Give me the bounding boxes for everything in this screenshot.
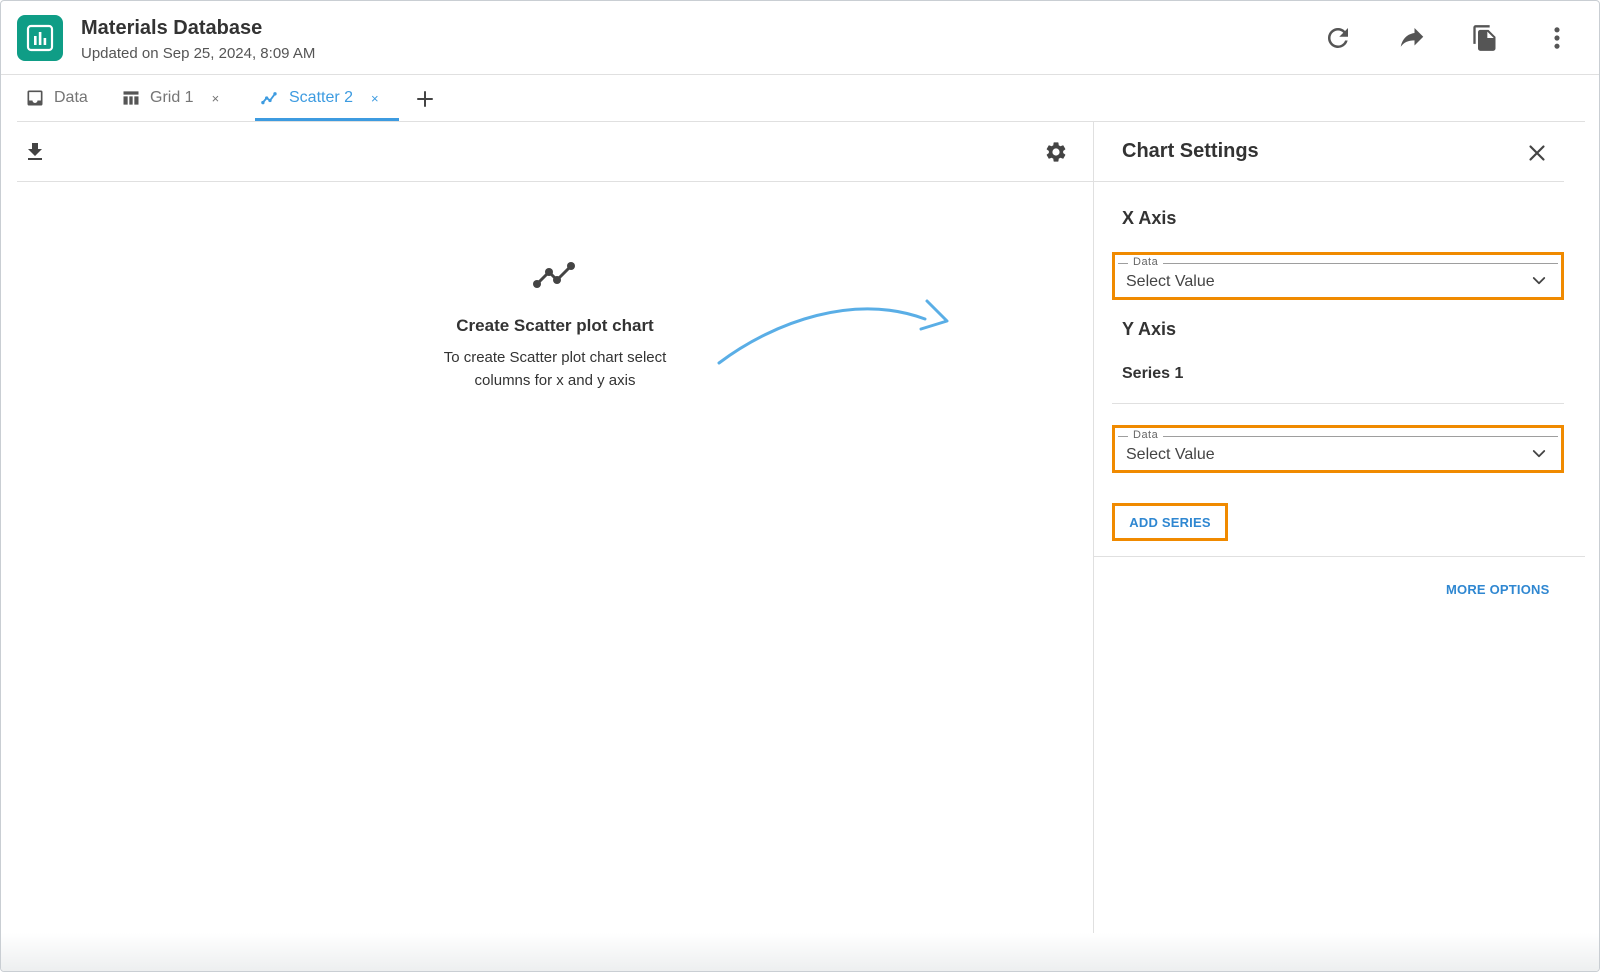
- active-tab-indicator: [255, 118, 399, 121]
- more-options-button[interactable]: MORE OPTIONS: [1446, 582, 1550, 597]
- x-axis-label: X Axis: [1122, 208, 1177, 228]
- tab-grid-1[interactable]: Grid 1 ×: [121, 75, 219, 121]
- close-icon[interactable]: ×: [212, 91, 220, 106]
- tab-data[interactable]: Data: [25, 75, 88, 121]
- select-value: Select Value: [1126, 446, 1215, 463]
- inbox-icon: [25, 88, 45, 108]
- copy-icon[interactable]: [1468, 21, 1502, 55]
- select-value: Select Value: [1126, 273, 1215, 290]
- scatter-icon: [260, 88, 280, 108]
- series-label: Series 1: [1122, 365, 1184, 382]
- app-logo: [17, 15, 63, 61]
- share-icon[interactable]: [1395, 21, 1429, 55]
- select-legend: Data: [1128, 429, 1164, 441]
- download-icon[interactable]: [23, 140, 47, 164]
- panel-divider: [1094, 181, 1564, 182]
- y-axis-select-highlight: Data Select Value: [1112, 425, 1564, 473]
- tab-label: Data: [54, 89, 88, 106]
- gear-icon[interactable]: [1044, 140, 1068, 164]
- window-bottom-shade: [1, 933, 1599, 971]
- add-tab-icon[interactable]: [413, 87, 437, 111]
- app-title: Materials Database: [81, 17, 263, 39]
- y-axis-label: Y Axis: [1122, 319, 1177, 339]
- chart-toolbar: [17, 122, 1093, 182]
- empty-state-description: To create Scatter plot chart select colu…: [443, 349, 667, 389]
- series-divider: [1112, 403, 1564, 404]
- add-series-button[interactable]: ADD SERIES: [1112, 503, 1228, 541]
- chevron-down-icon: [1532, 277, 1546, 285]
- tab-bar: Data Grid 1 × Scatter 2 ×: [17, 75, 1585, 122]
- select-legend: Data: [1128, 256, 1164, 268]
- panel-divider: [1094, 556, 1585, 557]
- empty-state-title: Create Scatter plot chart: [456, 316, 654, 335]
- table-icon: [121, 88, 141, 108]
- x-axis-select-highlight: Data Select Value: [1112, 252, 1564, 300]
- tab-label: Grid 1: [150, 89, 194, 106]
- app-header: Materials Database Updated on Sep 25, 20…: [1, 1, 1599, 75]
- y-axis-data-select[interactable]: Data Select Value: [1118, 429, 1558, 468]
- close-icon[interactable]: ×: [371, 91, 379, 106]
- empty-state: Create Scatter plot chart To create Scat…: [355, 256, 755, 392]
- scatter-chart-icon: [531, 256, 579, 292]
- chevron-down-icon: [1532, 450, 1546, 458]
- close-icon[interactable]: [1524, 140, 1550, 166]
- last-updated: Updated on Sep 25, 2024, 8:09 AM: [81, 45, 316, 62]
- chart-settings-panel: Chart Settings X Axis Data Select Value …: [1094, 122, 1585, 938]
- app-window: Materials Database Updated on Sep 25, 20…: [0, 0, 1600, 972]
- tab-scatter-2[interactable]: Scatter 2 ×: [260, 75, 379, 121]
- refresh-icon[interactable]: [1321, 21, 1355, 55]
- bar-chart-icon: [26, 24, 54, 52]
- x-axis-data-select[interactable]: Data Select Value: [1118, 256, 1558, 295]
- more-vert-icon[interactable]: [1540, 21, 1574, 55]
- tab-label: Scatter 2: [289, 89, 354, 106]
- panel-title: Chart Settings: [1122, 140, 1259, 162]
- arrow-icon: [717, 299, 949, 365]
